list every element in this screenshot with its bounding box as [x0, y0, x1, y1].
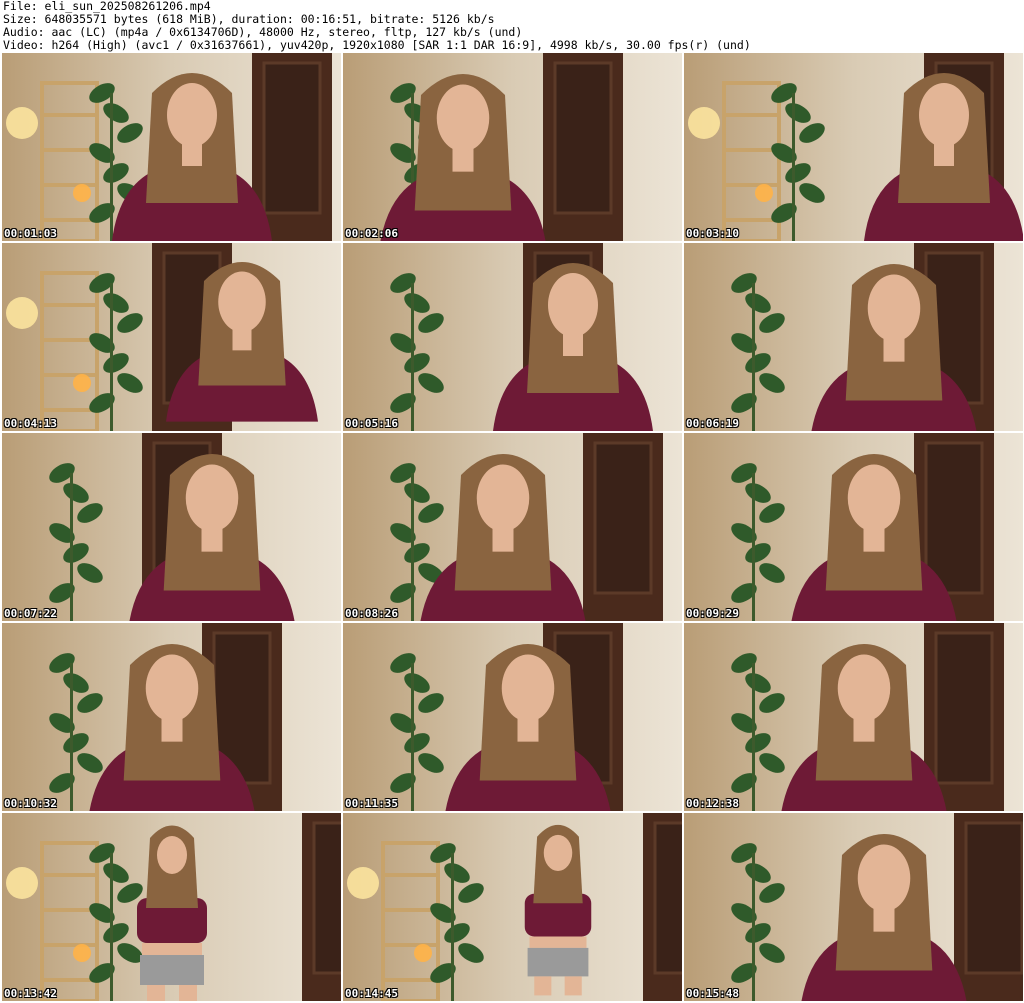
thumbnail-10: 00:10:32 — [2, 623, 341, 811]
video-frame-image — [2, 53, 341, 241]
timestamp-label: 00:04:13 — [4, 417, 57, 430]
thumbnail-7: 00:07:22 — [2, 433, 341, 621]
thumbnail-3: 00:03:10 — [684, 53, 1023, 241]
timestamp-label: 00:10:32 — [4, 797, 57, 810]
thumbnail-13: 00:13:42 — [2, 813, 341, 1001]
thumbnail-grid: 00:01:03 00:02:06 00:03:10 00:04:13 00:0… — [2, 53, 1023, 1003]
timestamp-label: 00:12:38 — [686, 797, 739, 810]
video-frame-image — [2, 623, 341, 811]
video-frame-image — [684, 623, 1023, 811]
timestamp-label: 00:13:42 — [4, 987, 57, 1000]
thumbnail-15: 00:15:48 — [684, 813, 1023, 1001]
video-frame-image — [684, 433, 1023, 621]
video-frame-image — [2, 433, 341, 621]
timestamp-label: 00:02:06 — [345, 227, 398, 240]
video-frame-image — [343, 243, 682, 431]
timestamp-label: 00:14:45 — [345, 987, 398, 1000]
timestamp-label: 00:01:03 — [4, 227, 57, 240]
thumbnail-4: 00:04:13 — [2, 243, 341, 431]
video-frame-image — [343, 623, 682, 811]
video-frame-image — [343, 53, 682, 241]
video-frame-image — [684, 53, 1023, 241]
timestamp-label: 00:07:22 — [4, 607, 57, 620]
video-frame-image — [684, 243, 1023, 431]
video-frame-image — [2, 813, 341, 1001]
thumbnail-11: 00:11:35 — [343, 623, 682, 811]
timestamp-label: 00:08:26 — [345, 607, 398, 620]
timestamp-label: 00:09:29 — [686, 607, 739, 620]
video-frame-image — [2, 243, 341, 431]
video-info-line: Video: h264 (High) (avc1 / 0x31637661), … — [3, 39, 751, 52]
video-frame-image — [343, 813, 682, 1001]
video-frame-image — [343, 433, 682, 621]
thumbnail-14: 00:14:45 — [343, 813, 682, 1001]
file-name-line: File: eli_sun_202508261206.mp4 — [3, 0, 211, 13]
thumbnail-2: 00:02:06 — [343, 53, 682, 241]
timestamp-label: 00:05:16 — [345, 417, 398, 430]
thumbnail-12: 00:12:38 — [684, 623, 1023, 811]
thumbnail-5: 00:05:16 — [343, 243, 682, 431]
timestamp-label: 00:15:48 — [686, 987, 739, 1000]
timestamp-label: 00:03:10 — [686, 227, 739, 240]
thumbnail-9: 00:09:29 — [684, 433, 1023, 621]
thumbnail-6: 00:06:19 — [684, 243, 1023, 431]
video-info-header: File: eli_sun_202508261206.mp4 Size: 648… — [3, 0, 1021, 52]
timestamp-label: 00:06:19 — [686, 417, 739, 430]
timestamp-label: 00:11:35 — [345, 797, 398, 810]
thumbnail-1: 00:01:03 — [2, 53, 341, 241]
audio-info-line: Audio: aac (LC) (mp4a / 0x6134706D), 480… — [3, 26, 523, 39]
video-frame-image — [684, 813, 1023, 1001]
file-size-line: Size: 648035571 bytes (618 MiB), duratio… — [3, 13, 495, 26]
thumbnail-8: 00:08:26 — [343, 433, 682, 621]
